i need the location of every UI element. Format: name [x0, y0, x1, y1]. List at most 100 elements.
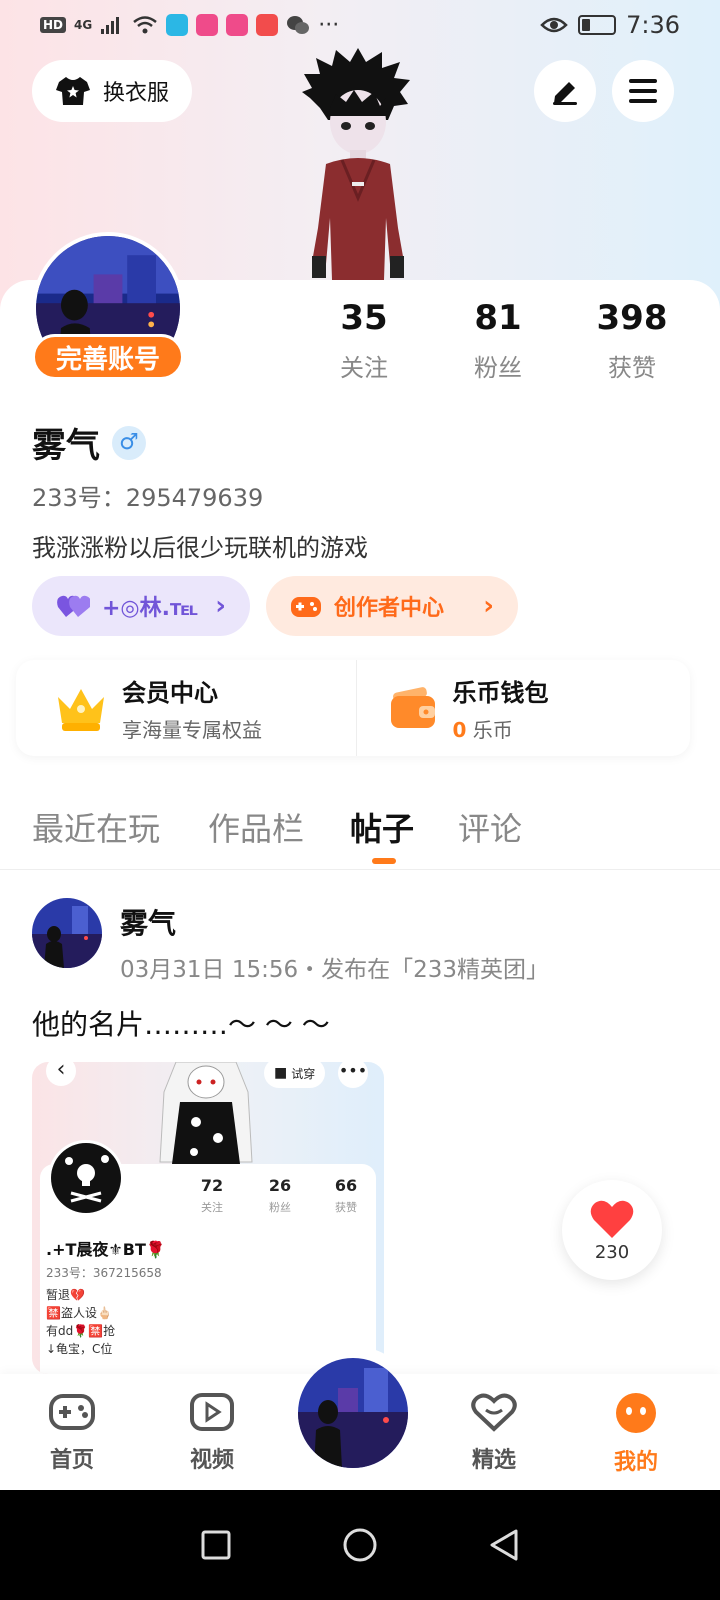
wechat-icon	[287, 16, 310, 34]
home-icon[interactable]	[342, 1527, 378, 1563]
back-arrow-icon: ‹	[46, 1062, 76, 1086]
post-author-avatar[interactable]	[32, 898, 102, 968]
nav-home[interactable]: 首页	[22, 1392, 122, 1474]
active-tab-indicator	[372, 858, 396, 864]
embedded-followers-stat: 26 粉丝	[250, 1176, 310, 1215]
likes-label: 获赞	[608, 354, 656, 382]
nav-featured[interactable]: 精选	[444, 1392, 544, 1474]
video-app-icon	[196, 14, 219, 36]
ghost-character-figure	[159, 1062, 253, 1164]
more-notifications: ···	[318, 12, 340, 38]
gamepad-icon	[291, 597, 321, 617]
wallet-icon	[390, 687, 435, 728]
male-gender-icon: ♂	[112, 425, 146, 460]
more-dots-icon: •••	[338, 1062, 368, 1088]
embedded-following-stat: 72 关注	[182, 1176, 242, 1215]
embedded-bio: 暂退💔 🈲盗人设🖕🏻 有dd🌹🈲抢 ↓龟宝，C位	[46, 1286, 115, 1358]
tab-comments[interactable]: 评论	[458, 804, 522, 850]
likes-count: 398	[596, 298, 668, 338]
benefit-card: 会员中心 享海量专属权益 乐币钱包 0 乐币	[16, 660, 690, 756]
complete-account-button[interactable]: 完善账号	[32, 334, 184, 380]
battery-icon	[578, 15, 617, 35]
signal-icon	[101, 17, 120, 34]
vip-center-entry[interactable]: 会员中心 享海量专属权益	[16, 660, 356, 756]
profile-bio: 我涨涨粉以后很少玩联机的游戏	[32, 534, 368, 562]
hamburger-menu-icon	[629, 79, 657, 103]
following-stat[interactable]: 35 关注	[304, 298, 424, 383]
following-label: 关注	[340, 354, 388, 382]
followers-count: 81	[474, 298, 522, 338]
recent-apps-icon[interactable]	[200, 1529, 232, 1561]
wallet-balance: 0	[452, 718, 467, 742]
back-icon[interactable]	[488, 1528, 520, 1562]
video-app-icon-2	[226, 14, 249, 36]
wifi-icon	[133, 16, 158, 34]
nav-avatar-image	[298, 1358, 408, 1468]
user-id[interactable]: 233号：295479639	[32, 478, 263, 513]
hd-badge: HD	[40, 17, 67, 33]
gamepad-icon	[49, 1394, 95, 1430]
double-heart-icon	[57, 595, 90, 617]
change-outfit-label: 换衣服	[102, 81, 169, 106]
embedded-bio-line: 🈲盗人设🖕🏻	[46, 1306, 112, 1320]
menu-button[interactable]	[612, 60, 674, 122]
featured-heart-icon	[471, 1393, 517, 1432]
vip-center-subtitle: 享海量专属权益	[122, 718, 262, 742]
chevron-right-icon: ›	[215, 591, 226, 621]
crown-icon	[58, 689, 104, 731]
followers-stat[interactable]: 81 粉丝	[438, 298, 558, 383]
post-meta: 03月31日 15:56・发布在「233精英团」	[120, 957, 550, 983]
profile-nickname: 雾气 ♂	[32, 418, 146, 467]
nav-mine-label: 我的	[613, 1450, 658, 1475]
book-app-icon	[166, 14, 189, 36]
wallet-title: 乐币钱包	[452, 679, 549, 707]
eye-comfort-icon	[540, 17, 568, 33]
try-on-label: 试穿	[291, 1066, 316, 1081]
nav-featured-label: 精选	[471, 1448, 516, 1473]
tab-works[interactable]: 作品栏	[208, 804, 304, 850]
embedded-bio-line: 暂退💔	[46, 1288, 85, 1302]
embedded-bio-line: 有dd🌹🈲抢	[46, 1324, 116, 1338]
like-count: 230	[594, 1241, 630, 1263]
wallet-entry[interactable]: 乐币钱包 0 乐币	[355, 660, 691, 756]
followers-label: 粉丝	[474, 354, 522, 382]
post-avatar-image	[32, 898, 102, 968]
embedded-following-label: 关注	[201, 1201, 223, 1214]
creator-center-label: 创作者中心	[334, 596, 445, 621]
embedded-avatar	[48, 1140, 124, 1216]
nav-mine[interactable]: 我的	[586, 1392, 686, 1476]
video-play-icon	[190, 1393, 234, 1431]
vip-center-title: 会员中心	[122, 679, 218, 707]
nickname-text: 雾气	[32, 426, 100, 466]
tab-posts[interactable]: 帖子	[350, 804, 414, 850]
heart-icon	[590, 1200, 634, 1238]
clock: 7:36	[626, 11, 680, 39]
embedded-likes-label: 获赞	[335, 1201, 357, 1214]
tshirt-icon	[55, 77, 90, 105]
embedded-bio-line: ↓龟宝，C位	[46, 1342, 113, 1356]
post-author-name[interactable]: 雾气	[120, 902, 176, 942]
likes-stat[interactable]: 398 获赞	[572, 298, 692, 383]
mine-face-icon	[616, 1393, 656, 1433]
nav-center-avatar[interactable]	[298, 1358, 408, 1468]
change-outfit-button[interactable]: 换衣服	[32, 60, 192, 122]
post-content-text: 他的名片………～ ～ ～	[32, 1008, 330, 1041]
embedded-nickname: .+T晨夜⚜BT🌹	[46, 1240, 166, 1259]
wallet-unit: 乐币	[472, 718, 513, 742]
post-image[interactable]: ‹ ■ 试穿 ••• 72 关注 26 粉丝 66 获赞 .+T晨夜⚜BT🌹 2…	[32, 1062, 384, 1374]
tab-recent-played[interactable]: 最近在玩	[32, 804, 160, 850]
creator-center-button[interactable]: 创作者中心 ›	[266, 576, 518, 636]
system-navigation-bar	[0, 1490, 720, 1600]
edit-profile-button[interactable]	[534, 60, 596, 122]
chevron-right-icon: ›	[483, 591, 494, 621]
friend-tag-button[interactable]: +◎林.℡ ›	[32, 576, 250, 636]
embedded-following-count: 72	[200, 1176, 224, 1195]
network-label: 4G	[74, 18, 93, 32]
friend-tag-label: +◎林.℡	[102, 596, 199, 621]
edit-pen-icon	[553, 82, 577, 105]
like-button[interactable]: 230	[562, 1180, 662, 1280]
character-figure	[302, 48, 410, 280]
shop-app-icon	[256, 14, 279, 36]
tshirt-icon: ■	[274, 1065, 288, 1081]
nav-video[interactable]: 视频	[162, 1392, 262, 1474]
